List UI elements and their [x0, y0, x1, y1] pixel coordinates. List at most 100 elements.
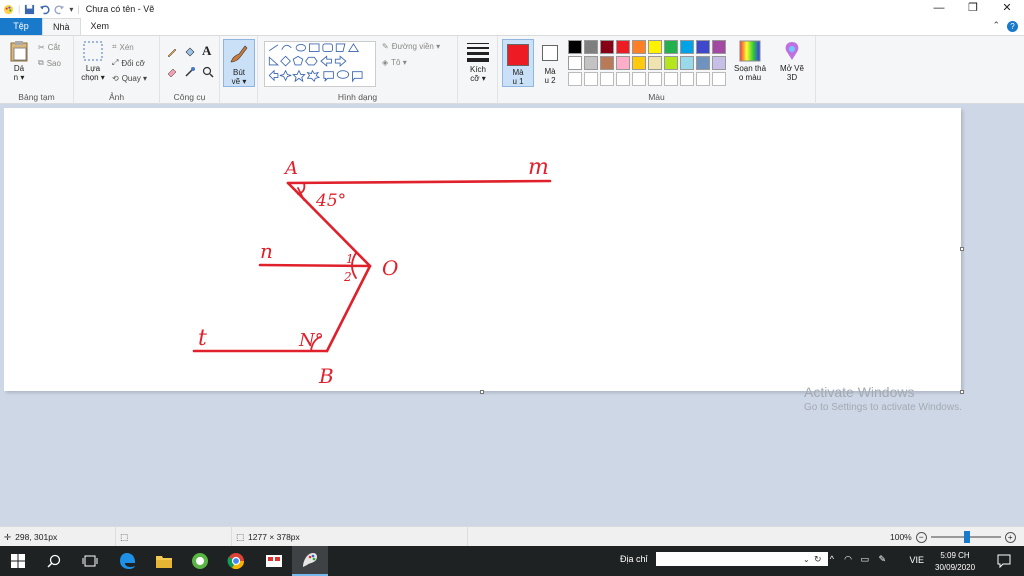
- palette-color-swatch[interactable]: [616, 40, 630, 54]
- eraser-icon[interactable]: [166, 66, 178, 78]
- zoom-in-icon[interactable]: +: [1004, 531, 1016, 543]
- start-button[interactable]: [0, 546, 36, 576]
- tab-file[interactable]: Tệp: [0, 18, 42, 35]
- address-dropdown-icon[interactable]: ⌄: [803, 555, 810, 564]
- battery-icon[interactable]: ▭: [860, 554, 869, 565]
- canvas-area[interactable]: A m 45° n 1 2 O t N° B: [0, 104, 1024, 526]
- text-tool-icon[interactable]: A: [202, 43, 211, 59]
- palette-color-swatch[interactable]: [680, 72, 694, 86]
- address-input[interactable]: [655, 552, 828, 566]
- size-button[interactable]: Kích cỡ ▾: [462, 41, 494, 83]
- clock[interactable]: 5:09 CH 30/09/2020: [935, 550, 975, 574]
- brushes-button[interactable]: Bút vẽ ▾: [223, 39, 255, 87]
- palette-color-swatch[interactable]: [600, 40, 614, 54]
- close-button[interactable]: ✕: [990, 0, 1024, 18]
- fill-bucket-icon[interactable]: [184, 46, 196, 58]
- palette-color-swatch[interactable]: [616, 72, 630, 86]
- task-view-button[interactable]: [72, 546, 108, 576]
- crop-button[interactable]: ⌗ Xén: [112, 42, 134, 52]
- paste-button[interactable]: Dá n ▾: [6, 40, 32, 82]
- palette-color-swatch[interactable]: [696, 72, 710, 86]
- select-button[interactable]: Lựa chọn ▾: [78, 40, 108, 82]
- shapes-gallery[interactable]: [264, 41, 376, 87]
- palette-color-swatch[interactable]: [712, 40, 726, 54]
- resize-button[interactable]: ⤢ Đổi cỡ: [112, 58, 145, 68]
- tab-view[interactable]: Xem: [81, 18, 120, 35]
- palette-color-swatch[interactable]: [584, 56, 598, 70]
- palette-color-swatch[interactable]: [600, 72, 614, 86]
- select-rectangle-icon: [83, 41, 103, 61]
- taskbar-chrome[interactable]: [218, 546, 254, 576]
- palette-color-swatch[interactable]: [568, 40, 582, 54]
- colors-group-label: Màu: [648, 92, 665, 102]
- taskbar-app-green[interactable]: [182, 546, 218, 576]
- pencil-icon[interactable]: [166, 46, 178, 58]
- address-go-icon[interactable]: ↻: [814, 554, 822, 565]
- palette-color-swatch[interactable]: [712, 56, 726, 70]
- notification-button[interactable]: [986, 546, 1022, 576]
- palette-color-swatch[interactable]: [648, 40, 662, 54]
- zoom-slider-thumb[interactable]: [963, 531, 970, 543]
- palette-color-swatch[interactable]: [680, 56, 694, 70]
- help-icon[interactable]: ?: [1007, 21, 1018, 32]
- network-icon[interactable]: ◠: [844, 554, 852, 565]
- magnifier-icon[interactable]: [202, 66, 214, 78]
- palette-color-swatch[interactable]: [568, 56, 582, 70]
- palette-color-swatch[interactable]: [648, 56, 662, 70]
- palette-color-swatch[interactable]: [632, 56, 646, 70]
- pen-icon[interactable]: ✎: [878, 554, 886, 565]
- palette-color-swatch[interactable]: [712, 72, 726, 86]
- taskbar-paint[interactable]: [292, 546, 328, 576]
- taskbar-file-explorer[interactable]: [146, 546, 182, 576]
- palette-color-swatch[interactable]: [664, 56, 678, 70]
- save-icon[interactable]: [24, 4, 35, 15]
- paint3d-button[interactable]: Mở Vẽ 3D: [774, 40, 810, 82]
- customize-toolbar-icon[interactable]: ▾: [69, 5, 73, 14]
- palette-color-swatch[interactable]: [600, 56, 614, 70]
- palette-color-swatch[interactable]: [648, 72, 662, 86]
- palette-color-swatch[interactable]: [568, 72, 582, 86]
- edit-colors-button[interactable]: Soạn thả o màu: [730, 40, 770, 82]
- minimize-button[interactable]: —: [922, 0, 956, 18]
- taskbar-app-red[interactable]: [256, 546, 292, 576]
- search-button[interactable]: [36, 546, 72, 576]
- zoom-out-icon[interactable]: −: [915, 531, 927, 543]
- color2-button[interactable]: Mà u 2: [536, 39, 564, 87]
- rotate-button[interactable]: ⟲ Quay ▾: [112, 74, 147, 83]
- palette-color-swatch[interactable]: [664, 72, 678, 86]
- paint-app-icon: [3, 4, 14, 14]
- resize-handle-bottom[interactable]: [480, 390, 484, 394]
- palette-color-swatch[interactable]: [696, 56, 710, 70]
- resize-handle-right[interactable]: [960, 247, 964, 251]
- zoom-slider[interactable]: [930, 531, 1001, 543]
- paint-icon: [303, 553, 317, 567]
- palette-color-swatch[interactable]: [696, 40, 710, 54]
- undo-icon[interactable]: [39, 4, 50, 15]
- collapse-ribbon-icon[interactable]: ⌃: [992, 20, 1000, 31]
- colors-group: Mà u 1 Mà u 2 Soạn thả o màu Mở Vẽ 3D Mà…: [498, 36, 816, 104]
- cut-button[interactable]: ✂ Cắt: [38, 43, 60, 52]
- resize-icon: ⤢: [112, 58, 119, 67]
- palette-color-swatch[interactable]: [584, 72, 598, 86]
- color2-label: Mà u 2: [544, 67, 556, 85]
- shape-outline-button[interactable]: ✎ Đường viền ▾: [382, 42, 440, 51]
- palette-color-swatch[interactable]: [632, 40, 646, 54]
- color-picker-icon[interactable]: [184, 66, 196, 78]
- palette-color-swatch[interactable]: [616, 56, 630, 70]
- tab-home[interactable]: Nhà: [42, 18, 81, 35]
- shape-fill-button[interactable]: ◈ Tô ▾: [382, 58, 407, 67]
- task-view-icon: [82, 555, 98, 567]
- palette-color-swatch[interactable]: [680, 40, 694, 54]
- copy-button[interactable]: ⧉ Sao: [38, 58, 61, 68]
- maximize-button[interactable]: ❐: [956, 0, 990, 18]
- tray-overflow-icon[interactable]: ^: [830, 554, 834, 564]
- palette-color-swatch[interactable]: [584, 40, 598, 54]
- paint3d-icon: [785, 42, 799, 60]
- palette-color-swatch[interactable]: [664, 40, 678, 54]
- drawing-canvas[interactable]: A m 45° n 1 2 O t N° B: [4, 108, 961, 391]
- palette-color-swatch[interactable]: [632, 72, 646, 86]
- color1-button[interactable]: Mà u 1: [502, 39, 534, 87]
- taskbar-edge[interactable]: [110, 546, 146, 576]
- redo-icon[interactable]: [54, 4, 65, 15]
- language-indicator[interactable]: VIE: [909, 555, 924, 565]
